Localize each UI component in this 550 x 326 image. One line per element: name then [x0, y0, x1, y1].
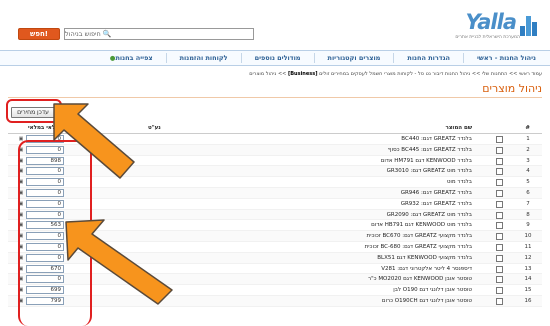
row-checkbox[interactable]	[496, 189, 503, 197]
product-name[interactable]: בלנדר מוט GREATZ דגם: GR3010	[387, 168, 472, 174]
product-name[interactable]: בלנדר מוט GREATZ דגם: GR2090	[387, 212, 472, 218]
search-button[interactable]: חפש!	[18, 28, 60, 40]
product-name[interactable]: בלנדר מקצועי GREATZ דגם: BC-680 זכוכית	[365, 244, 472, 250]
row-checkbox[interactable]	[496, 179, 503, 187]
row-number: 15	[524, 287, 532, 294]
row-number: 8	[526, 211, 530, 218]
row-checkbox[interactable]	[496, 136, 503, 143]
row-checkbox[interactable]	[496, 297, 503, 305]
row-checkbox[interactable]	[496, 233, 503, 241]
row-checkbox[interactable]	[496, 222, 503, 230]
nav-item-view-store-label: צפייה בחנות	[115, 54, 153, 62]
nav-item-view-store[interactable]: ●צפייה בחנות	[95, 53, 166, 63]
row-number: 10	[524, 233, 532, 240]
breadcrumb-current: >> ניהול מוצרים	[249, 71, 287, 77]
product-name[interactable]: בלנדר GREATZ דגם: GR946	[401, 190, 472, 196]
product-name[interactable]: טוסטר אובן KENWOOD דגם MO2020 כ"ר	[368, 276, 472, 282]
logo-text: Yalla	[465, 10, 517, 34]
search-placeholder: חיפוש בניהול	[65, 30, 101, 38]
breadcrumb: עמוד ראשי >> התחנות שלי >> ניהול החנות ד…	[249, 71, 542, 77]
row-number: 14	[524, 276, 532, 283]
search-icon: 🔍	[102, 30, 112, 38]
product-name[interactable]: בלנדר מקצועי KENWOOD דגם BLX51	[377, 255, 472, 261]
breadcrumb-prefix[interactable]: עמוד ראשי >> התחנות שלי >> ניהול החנות ד…	[319, 71, 542, 77]
product-name[interactable]: בלנדר GREATZ דגם: GR932	[401, 201, 472, 207]
row-number: 9	[526, 222, 530, 229]
row-checkbox[interactable]	[496, 265, 503, 273]
row-number: 6	[526, 189, 530, 196]
row-number: 13	[524, 265, 532, 272]
logo-subtitle: המערכת הישראלית לבניית אתרים	[455, 35, 520, 40]
row-checkbox[interactable]	[496, 254, 503, 262]
row-checkbox[interactable]	[496, 157, 503, 165]
logo-icon	[520, 16, 538, 36]
product-name[interactable]: בלנדר KENWOOD דגם HM791 אדום	[381, 158, 472, 164]
search-bar: חפש! 🔍 חיפוש בניהול	[18, 28, 254, 40]
header: חפש! 🔍 חיפוש בניהול Yalla המערכת הישראלי…	[0, 0, 550, 48]
nav-item-products[interactable]: מוצרים וקטגוריות	[313, 53, 394, 63]
nav-item-modules[interactable]: מודולים נוספים	[240, 53, 314, 63]
row-number: 4	[526, 168, 530, 175]
arrow-annotation-bottom	[65, 219, 173, 305]
row-checkbox[interactable]	[496, 287, 503, 295]
row-number: 5	[526, 179, 530, 186]
header-num: #	[525, 125, 530, 131]
nav-item-customers[interactable]: לקוחות והזמנות	[165, 53, 241, 63]
row-checkbox[interactable]	[496, 200, 503, 208]
product-name[interactable]: טוסטר אובן דלונגי דגם O190CH כרום	[382, 298, 472, 304]
product-name[interactable]: טוסטר אובן דלונגי דגם O190 לבן	[393, 287, 472, 293]
row-checkbox[interactable]	[496, 211, 503, 219]
product-name[interactable]: בלנדר GREATZ דגם: BC440	[401, 136, 472, 142]
product-name[interactable]: דיספנסר 4 ליטר אלקטרוני דגם: V281	[381, 266, 472, 272]
product-name[interactable]: בלנדר מוט	[447, 179, 472, 185]
row-number: 11	[524, 243, 532, 250]
product-name[interactable]: בלנדר מקצועי GREATZ דגם: BC670 זכוכית	[367, 233, 472, 239]
product-name[interactable]: בלנדר מוט KENWOOD דגם HB791 אדום	[371, 222, 472, 228]
row-number: 2	[526, 146, 530, 153]
row-number: 3	[526, 157, 530, 164]
page-title: ניהול מוצרים	[482, 82, 542, 95]
row-number: 12	[524, 254, 532, 261]
row-number: 7	[526, 200, 530, 207]
header-name: שם המוצר	[445, 125, 472, 131]
row-checkbox[interactable]	[496, 168, 503, 176]
row-checkbox[interactable]	[496, 276, 503, 284]
nav-item-home[interactable]: ניהול החנות - ראשי	[462, 53, 542, 63]
nav-item-settings[interactable]: הגדרות החנות	[393, 53, 463, 63]
header-vat: נע"ט	[148, 125, 161, 131]
row-number: 1	[526, 136, 530, 142]
logo[interactable]: Yalla המערכת הישראלית לבניית אתרים	[448, 8, 538, 44]
row-number: 16	[524, 297, 532, 304]
main-nav: ניהול החנות - ראשי הגדרות החנות מוצרים ו…	[0, 50, 550, 66]
row-checkbox[interactable]	[496, 146, 503, 154]
row-checkbox[interactable]	[496, 243, 503, 251]
arrow-annotation-top	[53, 103, 135, 179]
breadcrumb-tag: [Business]	[287, 71, 318, 77]
search-input[interactable]: 🔍 חיפוש בניהול	[64, 28, 254, 40]
product-name[interactable]: בלנדר GREATZ דגם: BC445 כסוף	[388, 147, 472, 153]
